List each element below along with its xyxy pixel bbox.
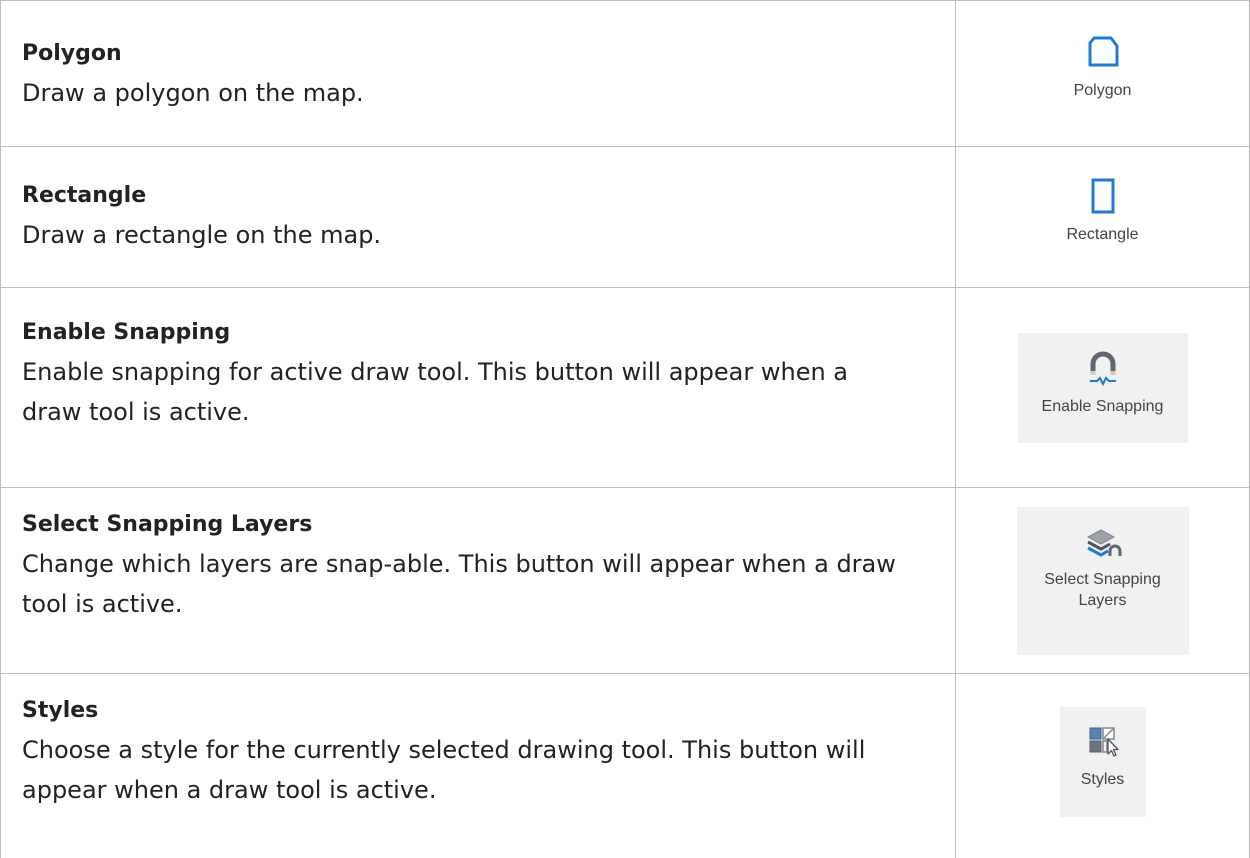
rectangle-button-label: Rectangle <box>1066 225 1139 243</box>
rectangle-button[interactable]: Rectangle <box>1043 170 1163 266</box>
row-description-cell: Rectangle Draw a rectangle on the map. <box>22 177 922 255</box>
table-row-rectangle: Rectangle Draw a rectangle on the map. R… <box>1 147 1250 288</box>
styles-button-label: Styles <box>1080 770 1125 788</box>
row-title: Polygon <box>22 41 122 66</box>
table-row-polygon: Polygon Draw a polygon on the map. Polyg… <box>1 1 1250 147</box>
rectangle-icon <box>1091 178 1114 213</box>
column-divider <box>955 1 956 858</box>
snapping-layers-icon <box>1086 529 1121 557</box>
enable-snapping-button[interactable]: Enable Snapping <box>1017 333 1188 443</box>
table-row-select-snapping-layers: Select Snapping Layers Change which laye… <box>1 488 1250 674</box>
row-button-cell: Styles <box>956 674 1249 858</box>
row-description-cell: Polygon Draw a polygon on the map. <box>22 35 922 113</box>
magnet-icon <box>1089 351 1116 387</box>
row-title: Enable Snapping <box>22 320 231 345</box>
row-button-cell: Enable Snapping <box>956 288 1249 488</box>
select-snapping-layers-button[interactable]: Select Snapping Layers <box>1016 507 1189 655</box>
table-row-styles: Styles Choose a style for the currently … <box>1 674 1250 858</box>
row-description: Change which layers are snap-able. This … <box>22 550 896 618</box>
polygon-button[interactable]: Polygon <box>1043 26 1163 122</box>
row-description-cell: Enable Snapping Enable snapping for acti… <box>22 314 922 432</box>
row-title: Styles <box>22 698 99 723</box>
table-row-enable-snapping: Enable Snapping Enable snapping for acti… <box>1 288 1250 488</box>
row-description: Draw a polygon on the map. <box>22 79 364 107</box>
select-snapping-layers-label-line2: Layers <box>1078 592 1127 609</box>
row-description: Draw a rectangle on the map. <box>22 221 382 249</box>
row-description-cell: Styles Choose a style for the currently … <box>22 692 922 810</box>
row-title: Select Snapping Layers <box>22 512 313 537</box>
styles-button[interactable]: Styles <box>1059 706 1146 817</box>
row-title: Rectangle <box>22 183 147 208</box>
row-description: Enable snapping for active draw tool. Th… <box>22 358 849 426</box>
row-description: Choose a style for the currently selecte… <box>22 736 866 804</box>
select-snapping-layers-label-line1: Select Snapping <box>1044 571 1161 588</box>
polygon-icon <box>1088 36 1118 67</box>
row-description-cell: Select Snapping Layers Change which laye… <box>22 506 922 624</box>
row-button-cell: Rectangle <box>956 147 1249 288</box>
row-button-cell: Polygon <box>956 1 1249 147</box>
styles-icon <box>1089 726 1119 757</box>
row-button-cell: Select Snapping Layers <box>956 488 1249 674</box>
polygon-button-label: Polygon <box>1073 82 1132 99</box>
enable-snapping-button-label: Enable Snapping <box>1041 398 1164 415</box>
tools-table: Polygon Draw a polygon on the map. Polyg… <box>0 0 1250 858</box>
